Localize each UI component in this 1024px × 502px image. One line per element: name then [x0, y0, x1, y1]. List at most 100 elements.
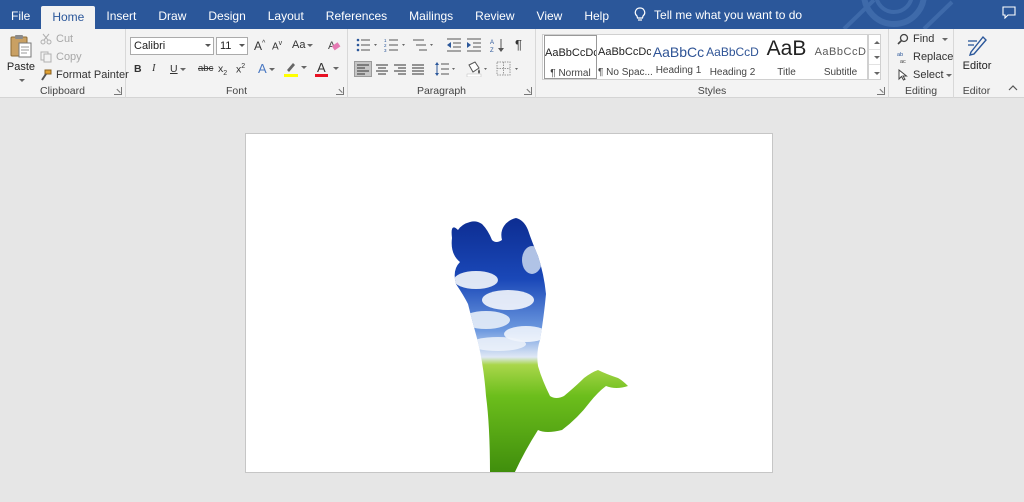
- clipboard-dialog-launcher-icon[interactable]: [114, 87, 122, 95]
- tab-layout[interactable]: Layout: [257, 0, 315, 29]
- document-canvas: [0, 99, 1024, 502]
- borders-icon[interactable]: [496, 61, 522, 77]
- tab-help[interactable]: Help: [573, 0, 620, 29]
- style-normal-name: ¶ Normal: [550, 68, 591, 79]
- justify-icon[interactable]: [410, 62, 426, 76]
- svg-text:ab: ab: [897, 52, 903, 58]
- font-group-label: Font: [225, 85, 247, 97]
- superscript-mark: 2: [241, 63, 246, 70]
- shrink-font-button[interactable]: Av: [272, 40, 282, 52]
- font-name-combobox[interactable]: Calibri: [130, 37, 214, 55]
- svg-text:A: A: [490, 40, 494, 46]
- change-case-label: Aa: [292, 39, 306, 51]
- style-no-spacing-name: ¶ No Spac...: [598, 67, 653, 78]
- align-left-button[interactable]: [354, 61, 372, 77]
- style-no-spacing[interactable]: AaBbCcDc ¶ No Spac...: [598, 35, 653, 79]
- font-color-button[interactable]: A: [314, 60, 340, 78]
- line-spacing-icon[interactable]: [434, 61, 458, 77]
- bold-button[interactable]: B: [134, 63, 142, 75]
- copy-label: Copy: [56, 51, 82, 63]
- style-heading-1-sample: AaBbCc: [652, 44, 705, 60]
- find-button[interactable]: Find: [897, 33, 949, 45]
- clear-formatting-icon[interactable]: A: [327, 38, 341, 52]
- tab-view[interactable]: View: [526, 0, 574, 29]
- tab-review[interactable]: Review: [464, 0, 525, 29]
- superscript-button[interactable]: x2: [236, 63, 245, 76]
- replace-icon: abac: [897, 52, 906, 63]
- svg-text:ac: ac: [900, 59, 906, 63]
- style-subtitle[interactable]: AaBbCcD Subtitle: [814, 35, 867, 79]
- font-group: Calibri 11 A^ Av Aa A B I U abc x2 x2 A …: [126, 29, 348, 98]
- replace-button[interactable]: ab ac Replace: [897, 51, 953, 63]
- font-name-value: Calibri: [134, 40, 166, 52]
- styles-more-icon[interactable]: [869, 65, 880, 80]
- copy-button[interactable]: Copy: [40, 51, 82, 63]
- clipboard-group-label: Clipboard: [40, 85, 85, 97]
- shading-icon[interactable]: [466, 61, 490, 77]
- change-case-button[interactable]: Aa: [292, 39, 314, 51]
- align-left-icon: [357, 64, 369, 75]
- ribbon: Paste Cut Copy Format Painter Clipboard: [0, 29, 1024, 98]
- style-heading-2[interactable]: AaBbCcD Heading 2: [706, 35, 759, 79]
- font-color-label: A: [317, 60, 326, 75]
- styles-scroll-down-icon[interactable]: [869, 50, 880, 65]
- collapse-ribbon-icon[interactable]: [1008, 84, 1018, 92]
- cut-button[interactable]: Cut: [40, 33, 73, 45]
- tab-design[interactable]: Design: [197, 0, 256, 29]
- style-heading-1-name: Heading 1: [655, 65, 702, 76]
- sort-icon[interactable]: AZ: [490, 37, 506, 53]
- decrease-indent-icon[interactable]: [446, 38, 462, 52]
- tab-references[interactable]: References: [315, 0, 398, 29]
- style-normal[interactable]: AaBbCcDc ¶ Normal: [544, 35, 597, 79]
- clipboard-group: Paste Cut Copy Format Painter Clipboard: [0, 29, 129, 98]
- numbering-icon[interactable]: 123: [384, 38, 408, 52]
- select-button[interactable]: Select: [897, 69, 952, 81]
- style-title[interactable]: AaB Title: [760, 35, 813, 79]
- underline-button[interactable]: U: [170, 63, 186, 75]
- format-painter-label: Format Painter: [56, 69, 129, 81]
- tab-draw[interactable]: Draw: [147, 0, 197, 29]
- multilevel-list-icon[interactable]: [412, 38, 436, 52]
- bullets-icon[interactable]: [356, 38, 380, 52]
- svg-text:Z: Z: [490, 48, 494, 53]
- increase-indent-icon[interactable]: [466, 38, 482, 52]
- styles-dialog-launcher-icon[interactable]: [877, 87, 885, 95]
- align-center-icon[interactable]: [374, 62, 390, 76]
- grow-font-button[interactable]: A^: [254, 39, 265, 53]
- lightbulb-icon: [634, 7, 646, 21]
- text-effects-button[interactable]: A: [258, 61, 275, 76]
- font-dialog-launcher-icon[interactable]: [336, 87, 344, 95]
- styles-scroll-up-icon[interactable]: [869, 35, 880, 50]
- tab-insert[interactable]: Insert: [95, 0, 147, 29]
- tell-me-search[interactable]: Tell me what you want to do: [620, 0, 802, 29]
- paste-button[interactable]: Paste: [6, 33, 36, 83]
- show-formatting-marks-button[interactable]: ¶: [515, 37, 522, 52]
- paste-label: Paste: [6, 61, 36, 73]
- editing-group: Find ab ac Replace Select Editing: [889, 29, 954, 98]
- font-size-combobox[interactable]: 11: [216, 37, 248, 55]
- document-page[interactable]: [245, 133, 773, 473]
- silhouette-image[interactable]: [246, 134, 773, 473]
- style-subtitle-sample: AaBbCcD: [814, 46, 867, 58]
- align-right-icon[interactable]: [392, 62, 408, 76]
- strikethrough-button[interactable]: abc: [198, 63, 213, 74]
- paragraph-group-label: Paragraph: [416, 85, 467, 97]
- highlighter-icon: [287, 63, 295, 72]
- paste-icon: [10, 35, 32, 58]
- tab-mailings[interactable]: Mailings: [398, 0, 464, 29]
- editor-label: Editor: [962, 60, 992, 72]
- tab-home[interactable]: Home: [41, 6, 96, 29]
- editing-group-label: Editing: [904, 85, 938, 97]
- style-heading-1[interactable]: AaBbCc Heading 1: [652, 35, 705, 79]
- editor-button[interactable]: Editor: [960, 33, 994, 72]
- tell-me-text: Tell me what you want to do: [654, 7, 803, 22]
- style-title-sample: AaB: [766, 37, 807, 60]
- italic-button[interactable]: I: [152, 63, 156, 74]
- paste-dropdown-icon: [19, 79, 25, 83]
- highlight-button[interactable]: [284, 61, 308, 77]
- paragraph-dialog-launcher-icon[interactable]: [524, 87, 532, 95]
- tab-file[interactable]: File: [0, 0, 41, 29]
- subscript-button[interactable]: x2: [218, 63, 227, 77]
- format-painter-button[interactable]: Format Painter: [40, 69, 129, 81]
- comments-icon[interactable]: [1002, 6, 1016, 19]
